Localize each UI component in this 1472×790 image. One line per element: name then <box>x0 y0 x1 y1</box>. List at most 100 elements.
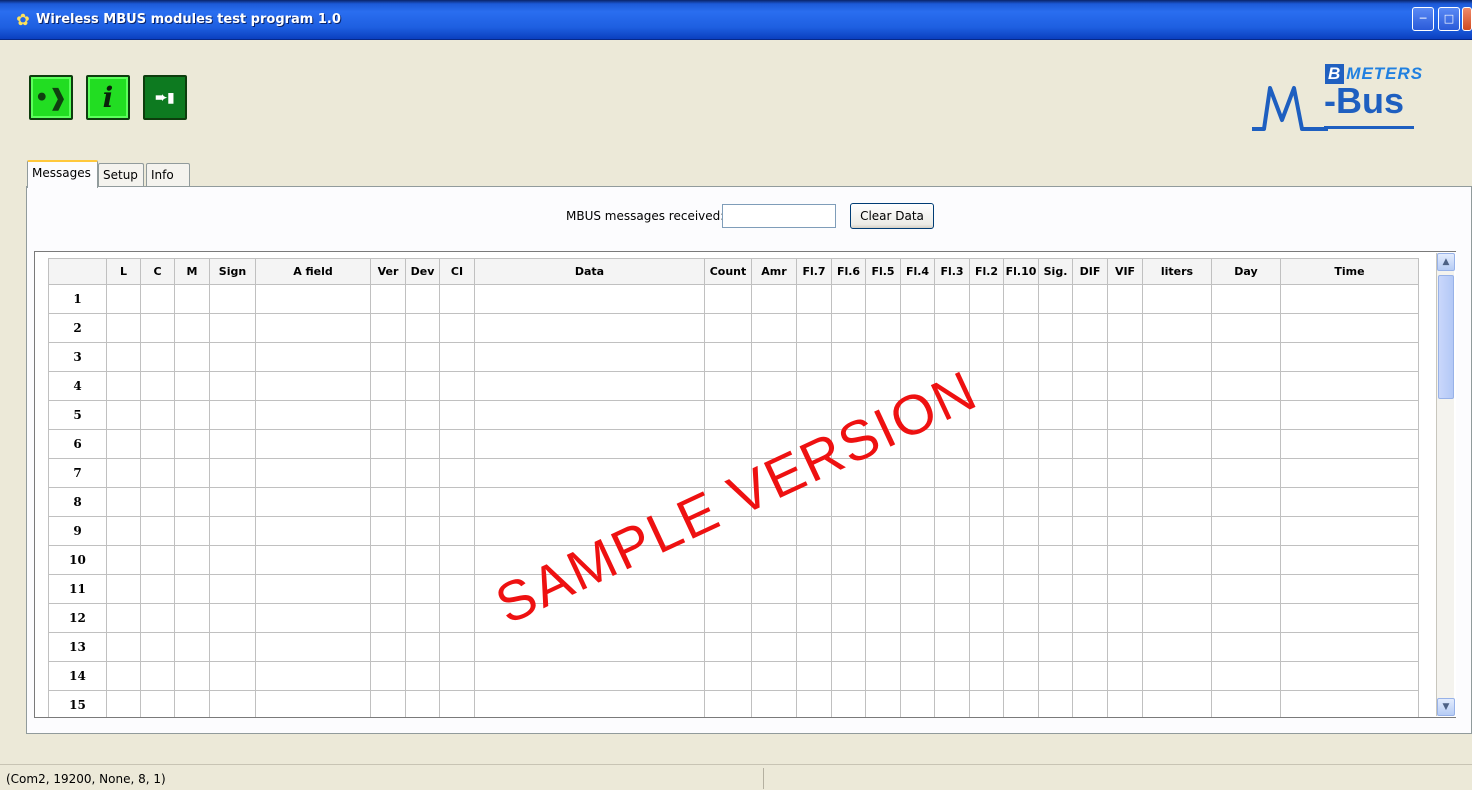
grid-cell[interactable] <box>209 371 256 401</box>
grid-cell[interactable] <box>1038 400 1073 430</box>
grid-cell[interactable] <box>865 574 901 604</box>
grid-cell[interactable] <box>1107 284 1143 314</box>
row-header[interactable]: 8 <box>48 487 107 517</box>
tab-info[interactable]: Info <box>146 163 190 187</box>
grid-cell[interactable] <box>370 429 406 459</box>
grid-cell[interactable] <box>209 487 256 517</box>
grid-cell[interactable] <box>900 632 935 662</box>
grid-cell[interactable] <box>370 284 406 314</box>
grid-cell[interactable] <box>474 429 705 459</box>
grid-cell[interactable] <box>255 632 371 662</box>
table-row[interactable]: 14 <box>48 661 1419 691</box>
grid-cell[interactable] <box>831 371 866 401</box>
messages-received-field[interactable] <box>722 204 836 228</box>
clear-data-button[interactable]: Clear Data <box>850 203 934 229</box>
grid-vertical-scrollbar[interactable]: ▲ ▼ <box>1436 253 1455 716</box>
grid-cell[interactable] <box>370 458 406 488</box>
grid-cell[interactable] <box>1038 342 1073 372</box>
grid-cell[interactable] <box>209 400 256 430</box>
grid-cell[interactable] <box>969 603 1004 633</box>
grid-cell[interactable] <box>209 342 256 372</box>
grid-cell[interactable] <box>174 284 210 314</box>
grid-cell[interactable] <box>969 458 1004 488</box>
grid-cell[interactable] <box>106 313 141 343</box>
grid-cell[interactable] <box>1038 313 1073 343</box>
grid-cell[interactable] <box>209 458 256 488</box>
grid-cell[interactable] <box>439 661 475 691</box>
grid-cell[interactable] <box>704 400 752 430</box>
table-row[interactable]: 5 <box>48 400 1419 430</box>
grid-cell[interactable] <box>704 690 752 717</box>
grid-cell[interactable] <box>1038 574 1073 604</box>
grid-cell[interactable] <box>405 545 440 575</box>
grid-cell[interactable] <box>255 371 371 401</box>
grid-cell[interactable] <box>405 574 440 604</box>
grid-cell[interactable] <box>474 400 705 430</box>
grid-cell[interactable] <box>1211 545 1281 575</box>
grid-cell[interactable] <box>1003 632 1039 662</box>
grid-cell[interactable] <box>865 487 901 517</box>
grid-cell[interactable] <box>1142 429 1212 459</box>
grid-cell[interactable] <box>439 690 475 717</box>
grid-cell[interactable] <box>969 284 1004 314</box>
grid-cell[interactable] <box>796 603 832 633</box>
grid-cell[interactable] <box>865 632 901 662</box>
grid-cell[interactable] <box>1211 574 1281 604</box>
grid-cell[interactable] <box>1072 545 1108 575</box>
grid-cell[interactable] <box>174 313 210 343</box>
grid-cell[interactable] <box>1280 545 1419 575</box>
grid-cell[interactable] <box>1038 661 1073 691</box>
grid-cell[interactable] <box>969 545 1004 575</box>
scroll-up-button[interactable]: ▲ <box>1437 253 1455 271</box>
close-button[interactable] <box>1462 7 1472 31</box>
grid-cell[interactable] <box>1142 458 1212 488</box>
grid-cell[interactable] <box>1072 400 1108 430</box>
grid-cell[interactable] <box>751 690 797 717</box>
grid-cell[interactable] <box>1038 545 1073 575</box>
row-header[interactable]: 13 <box>48 632 107 662</box>
column-header[interactable]: Fl.6 <box>831 258 866 285</box>
grid-cell[interactable] <box>1107 487 1143 517</box>
grid-cell[interactable] <box>174 458 210 488</box>
grid-cell[interactable] <box>370 632 406 662</box>
grid-cell[interactable] <box>751 313 797 343</box>
grid-cell[interactable] <box>796 284 832 314</box>
table-row[interactable]: 10 <box>48 545 1419 575</box>
grid-cell[interactable] <box>405 429 440 459</box>
grid-cell[interactable] <box>140 429 175 459</box>
grid-cell[interactable] <box>439 313 475 343</box>
grid-cell[interactable] <box>969 574 1004 604</box>
grid-cell[interactable] <box>255 574 371 604</box>
grid-cell[interactable] <box>405 400 440 430</box>
grid-cell[interactable] <box>474 661 705 691</box>
grid-cell[interactable] <box>934 603 970 633</box>
grid-cell[interactable] <box>1280 603 1419 633</box>
grid-cell[interactable] <box>106 284 141 314</box>
grid-cell[interactable] <box>1211 400 1281 430</box>
grid-cell[interactable] <box>751 284 797 314</box>
row-header[interactable]: 14 <box>48 661 107 691</box>
grid-cell[interactable] <box>370 603 406 633</box>
grid-cell[interactable] <box>796 371 832 401</box>
grid-cell[interactable] <box>934 458 970 488</box>
grid-cell[interactable] <box>439 632 475 662</box>
grid-cell[interactable] <box>934 632 970 662</box>
grid-cell[interactable] <box>1142 487 1212 517</box>
grid-cell[interactable] <box>934 661 970 691</box>
grid-cell[interactable] <box>865 284 901 314</box>
table-row[interactable]: 11 <box>48 574 1419 604</box>
grid-cell[interactable] <box>405 661 440 691</box>
grid-cell[interactable] <box>106 603 141 633</box>
column-header[interactable]: Amr <box>751 258 797 285</box>
row-header[interactable]: 4 <box>48 371 107 401</box>
grid-cell[interactable] <box>796 545 832 575</box>
grid-cell[interactable] <box>140 313 175 343</box>
grid-cell[interactable] <box>704 429 752 459</box>
grid-cell[interactable] <box>439 429 475 459</box>
grid-cell[interactable] <box>140 458 175 488</box>
grid-cell[interactable] <box>900 342 935 372</box>
column-header[interactable]: Time <box>1280 258 1419 285</box>
grid-cell[interactable] <box>370 516 406 546</box>
grid-cell[interactable] <box>140 661 175 691</box>
column-header[interactable]: C <box>140 258 175 285</box>
